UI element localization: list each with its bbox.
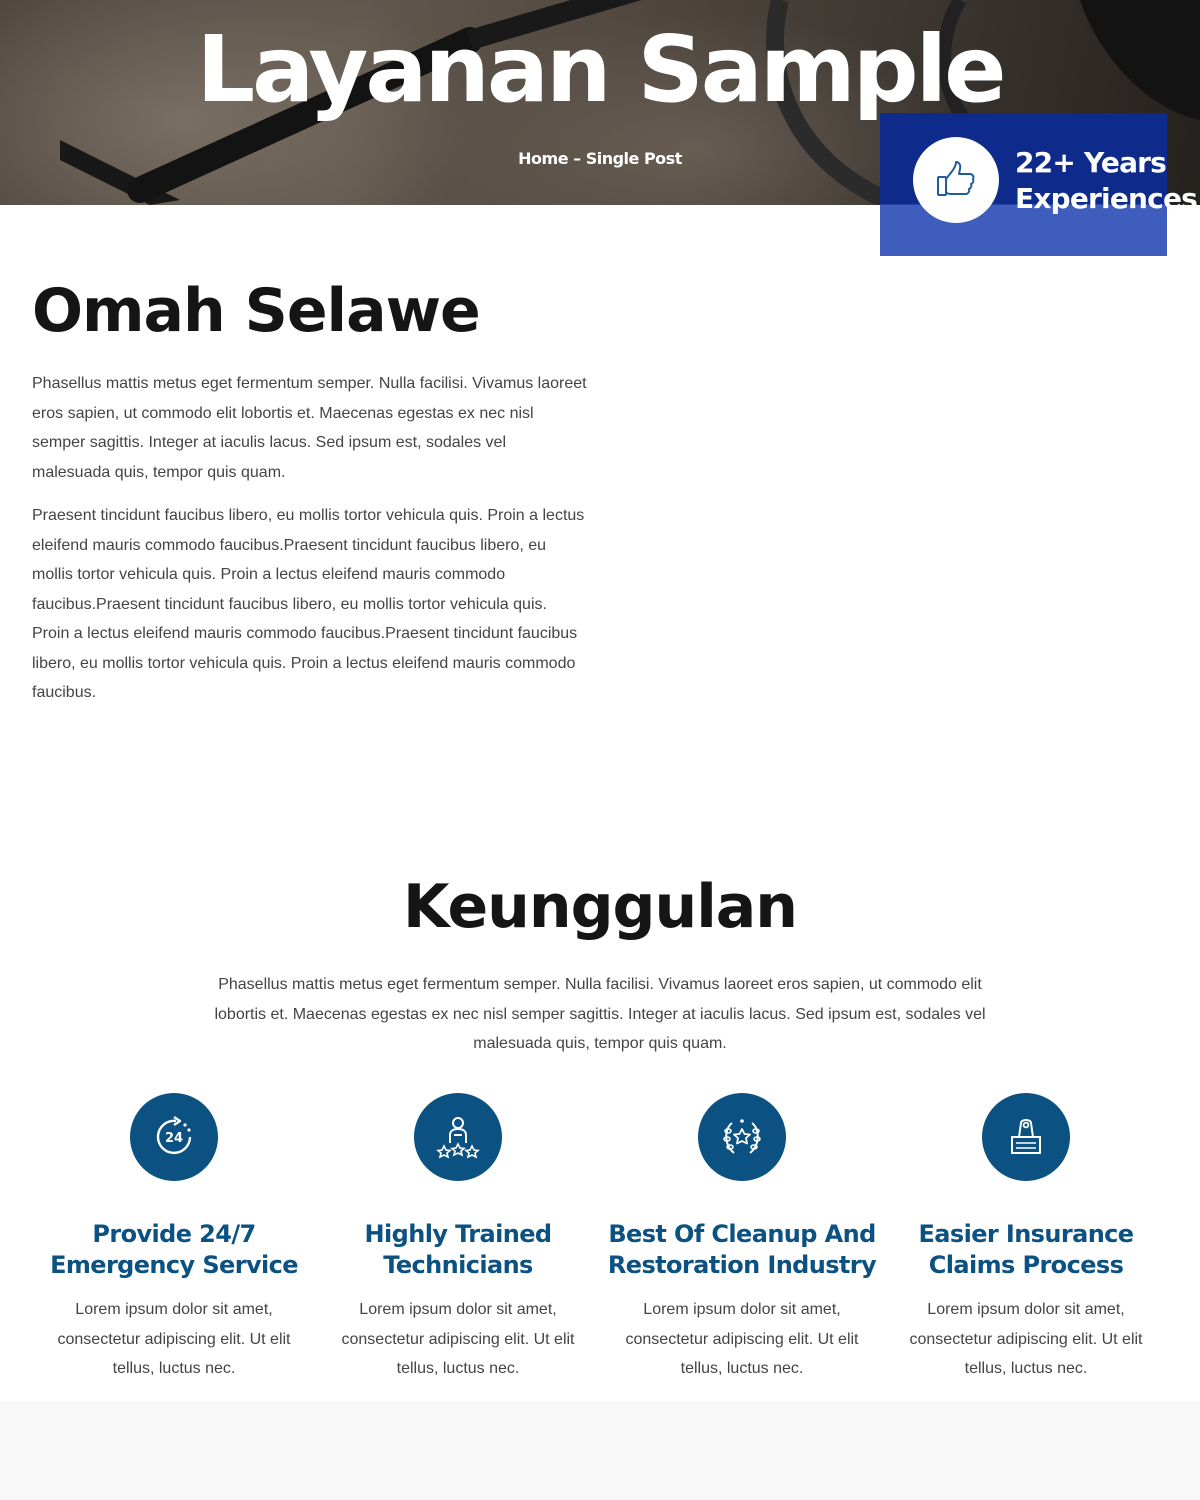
feature-title: Highly Trained Technicians xyxy=(364,1220,553,1279)
feature-title: Provide 24/7 Emergency Service xyxy=(50,1220,298,1279)
about-paragraph: Phasellus mattis metus eget fermentum se… xyxy=(32,375,587,481)
footer-band xyxy=(0,1401,1200,1500)
features-grid: 24 Provide 24/7 Emergency Service Lorem … xyxy=(32,1093,1168,1393)
binder-clip-icon xyxy=(1011,1119,1041,1154)
feature-title: Easier Insurance Claims Process xyxy=(918,1220,1135,1279)
feature-text: Lorem ipsum dolor sit amet, consectetur … xyxy=(341,1301,575,1377)
technician-rating-icon xyxy=(436,1117,480,1159)
feature-text: Lorem ipsum dolor sit amet, consectetur … xyxy=(57,1301,291,1377)
feature-icon-circle: 24 xyxy=(130,1093,218,1181)
feature-title: Best Of Cleanup And Restoration Industry xyxy=(607,1220,877,1279)
breadcrumb-home-link[interactable]: Home xyxy=(518,149,568,168)
feature-text: Lorem ipsum dolor sit amet, consectetur … xyxy=(909,1301,1143,1377)
breadcrumb-current: Single Post xyxy=(585,149,683,168)
laurel-star-icon xyxy=(723,1119,761,1154)
svg-text:24: 24 xyxy=(165,1131,183,1146)
feature-card: Best Of Cleanup And Restoration Industry… xyxy=(600,1093,884,1384)
feature-card: 24 Provide 24/7 Emergency Service Lorem … xyxy=(32,1093,316,1384)
experience-badge: 22+ Years Experiences xyxy=(880,113,1198,256)
feature-text: Lorem ipsum dolor sit amet, consectetur … xyxy=(625,1301,859,1377)
experience-icon-circle xyxy=(913,137,999,223)
about-title: Omah Selawe xyxy=(32,276,481,346)
feature-card: Highly Trained Technicians Lorem ipsum d… xyxy=(316,1093,600,1384)
about-body: Phasellus mattis metus eget fermentum se… xyxy=(32,369,587,722)
feature-icon-circle xyxy=(698,1093,786,1181)
experience-years: 22+ Years xyxy=(1015,146,1167,179)
features-title: Keunggulan xyxy=(403,872,798,942)
feature-icon-circle xyxy=(982,1093,1070,1181)
features-intro: Phasellus mattis metus eget fermentum se… xyxy=(214,976,986,1052)
feature-card: Easier Insurance Claims Process Lorem ip… xyxy=(884,1093,1168,1384)
experience-label: Experiences xyxy=(1015,182,1198,215)
page-title: Layanan Sample xyxy=(196,16,1006,123)
24-hours-icon: 24 xyxy=(156,1116,192,1155)
about-paragraph: Praesent tincidunt faucibus libero, eu m… xyxy=(32,507,585,701)
breadcrumb-separator: – xyxy=(568,149,586,168)
experience-text: 22+ Years Experiences xyxy=(1015,145,1198,217)
thumbs-up-icon xyxy=(937,161,975,196)
feature-icon-circle xyxy=(414,1093,502,1181)
